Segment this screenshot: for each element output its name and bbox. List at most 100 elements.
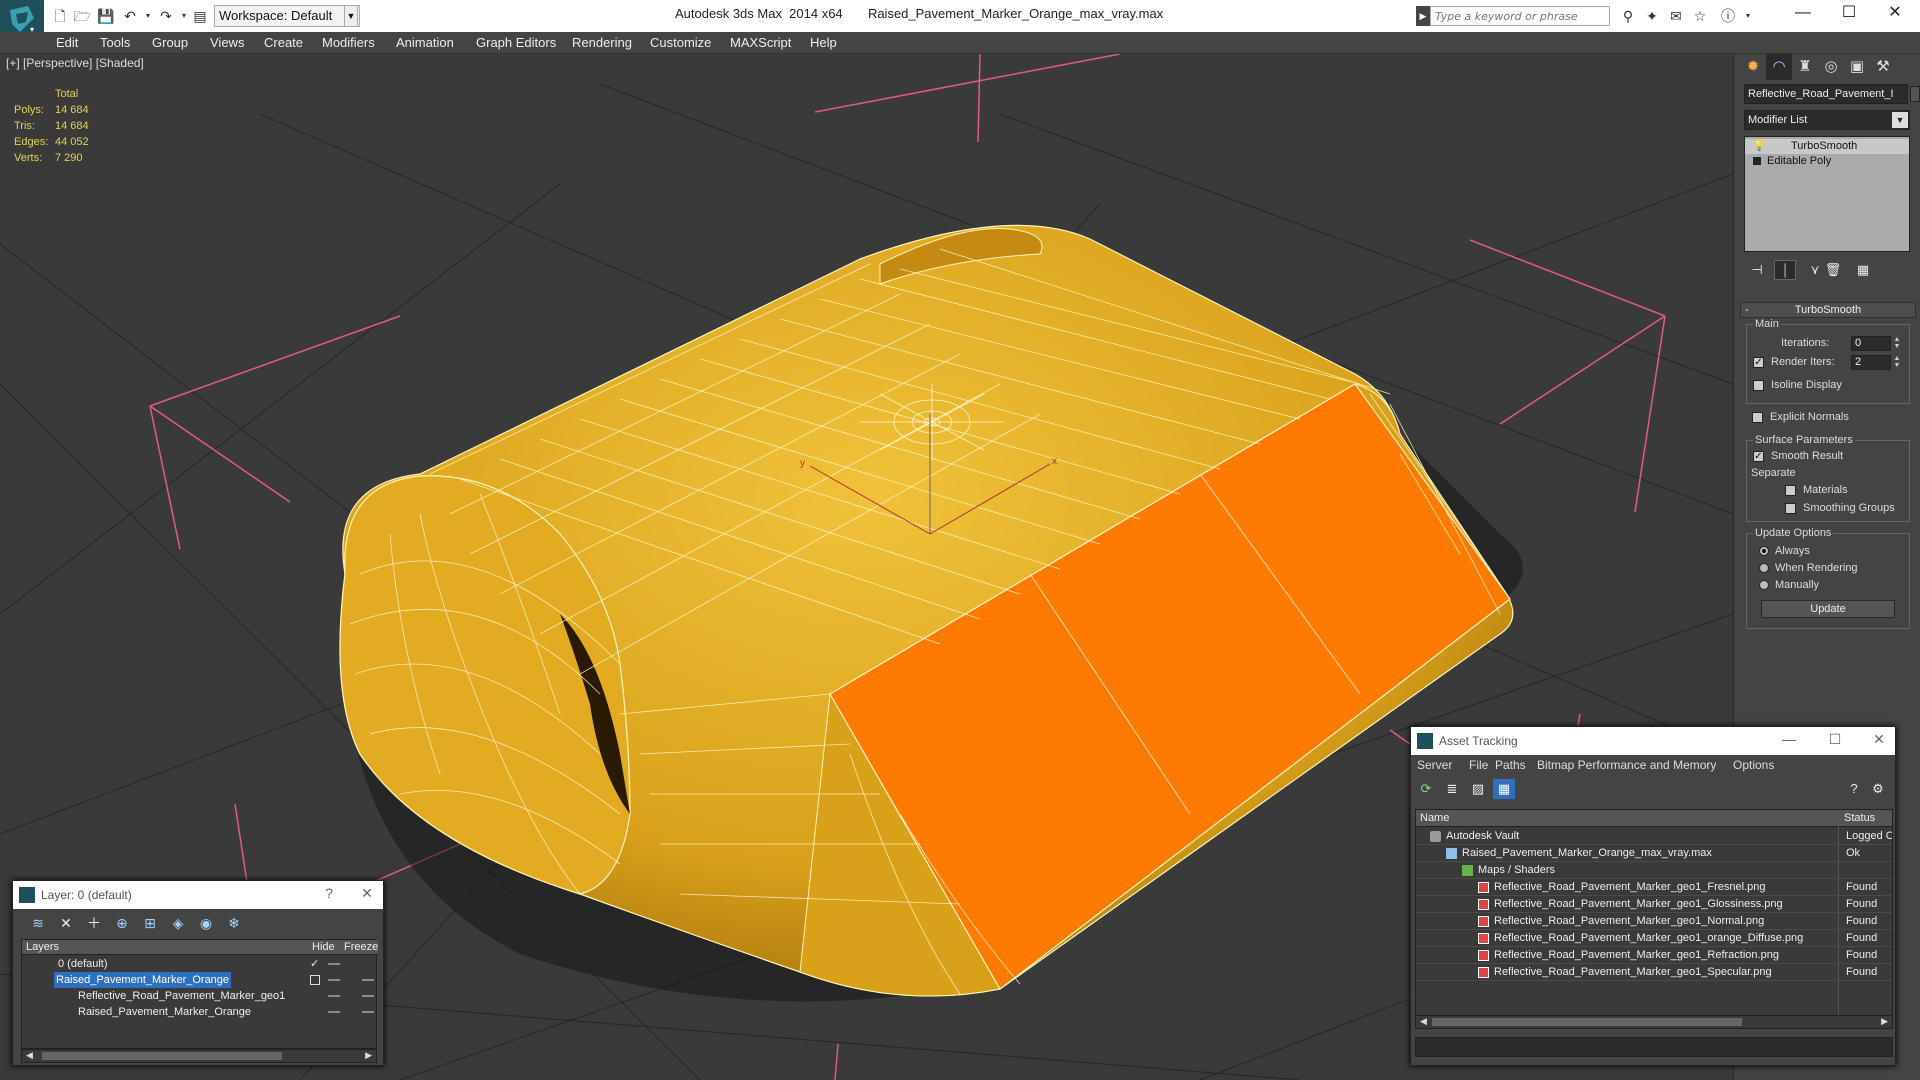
freeze-toggle[interactable] [362,979,374,981]
add-to-layer-icon[interactable]: ⊕ [111,913,133,933]
open-file-icon[interactable]: 🗁 [72,6,92,26]
asset-row[interactable]: Reflective_Road_Pavement_Marker_geo1_Glo… [1416,896,1892,913]
iterations-spinner[interactable]: 0 [1851,336,1891,351]
thumbnail-view-icon[interactable]: ▨ [1467,779,1489,799]
menu-server[interactable]: Server [1417,758,1452,772]
horizontal-scrollbar[interactable]: ◀ ▶ [21,1049,377,1063]
asset-row[interactable]: Reflective_Road_Pavement_Marker_geo1_ora… [1416,930,1892,947]
col-layers[interactable]: Layers [26,941,59,953]
menu-graph-editors[interactable]: Graph Editors [476,35,556,50]
layer-row-default[interactable]: 0 (default) ✓ [22,956,378,972]
hide-toggle[interactable] [328,995,340,997]
dialog-title-bar[interactable]: Asset Tracking — ☐ ✕ [1411,727,1895,755]
menu-bitmap-performance[interactable]: Bitmap Performance and Memory [1537,758,1716,772]
search-expand-icon[interactable]: ▶ [1416,6,1430,26]
freeze-all-icon[interactable]: ❄ [223,913,245,933]
update-button[interactable]: Update [1761,600,1895,618]
help-dropdown-icon[interactable]: ▾ [1738,6,1758,26]
col-hide[interactable]: Hide [312,941,335,953]
smoothing-groups-checkbox[interactable] [1785,503,1796,514]
menu-modifiers[interactable]: Modifiers [322,35,375,50]
menu-maxscript[interactable]: MAXScript [730,35,791,50]
menu-group[interactable]: Group [152,35,188,50]
configure-modifier-sets-icon[interactable]: ▦ [1852,260,1874,280]
asset-row[interactable]: Reflective_Road_Pavement_Marker_geo1_Spe… [1416,964,1892,981]
active-layer-check-icon[interactable]: ✓ [310,956,319,972]
save-file-icon[interactable]: 💾 [96,6,116,26]
menu-views[interactable]: Views [210,35,244,50]
help-icon[interactable]: ? [1843,779,1865,799]
layer-row-object[interactable]: Reflective_Road_Pavement_Marker_geo1 [22,988,378,1004]
object-name-field[interactable]: Reflective_Road_Pavement_I [1744,84,1908,104]
project-folder-icon[interactable]: ▤ [190,6,210,26]
stack-item-turbosmooth[interactable]: 💡 TurboSmooth [1745,139,1909,154]
scroll-right-icon[interactable]: ▶ [365,1050,372,1061]
layers-icon[interactable]: ≋ [27,913,49,933]
new-file-icon[interactable]: 🗋 [50,6,70,26]
set-current-layer-box[interactable] [310,975,320,985]
when-rendering-radio[interactable] [1759,563,1769,573]
col-status[interactable]: Status [1844,812,1875,824]
select-objects-icon[interactable]: ⊞ [139,913,161,933]
subscription-icon[interactable]: ✦ [1642,6,1662,26]
menu-help[interactable]: Help [810,35,837,50]
workspace-dropdown-arrow[interactable]: ▼ [344,5,358,27]
communication-center-icon[interactable]: ✉ [1666,6,1686,26]
create-tab-icon[interactable]: ✹ [1740,54,1766,80]
freeze-toggle[interactable] [362,995,374,997]
close-button[interactable]: ✕ [1869,731,1889,748]
hide-toggle[interactable] [328,979,340,981]
manually-radio[interactable] [1759,580,1769,590]
menu-tools[interactable]: Tools [100,35,130,50]
delete-layer-icon[interactable]: ✕ [55,913,77,933]
spinner-arrows-icon[interactable]: ▲ ▼ [1893,336,1901,351]
lightbulb-icon[interactable]: 💡 [1753,139,1765,152]
hierarchy-tab-icon[interactable]: ♜ [1792,54,1818,80]
materials-checkbox[interactable] [1785,485,1796,496]
utilities-tab-icon[interactable]: ⚒ [1870,54,1896,80]
spinner-arrows-icon[interactable]: ▲ ▼ [1893,355,1901,370]
expand-toggle-icon[interactable] [1753,157,1761,165]
scroll-left-icon[interactable]: ◀ [1420,1016,1427,1027]
menu-customize[interactable]: Customize [650,35,711,50]
hide-toggle[interactable] [328,1011,340,1013]
horizontal-scrollbar[interactable]: ◀ ▶ [1415,1015,1893,1029]
help-button[interactable]: ? [319,885,339,901]
menu-options[interactable]: Options [1733,758,1774,772]
maximize-button[interactable]: ☐ [1826,0,1872,28]
explicit-normals-checkbox[interactable] [1752,412,1763,423]
remove-modifier-icon[interactable]: 🗑 [1822,260,1844,280]
menu-file[interactable]: File [1469,758,1488,772]
object-color-swatch[interactable] [1910,86,1920,102]
favorites-star-icon[interactable]: ☆ [1690,6,1710,26]
menu-rendering[interactable]: Rendering [572,35,632,50]
table-view-icon[interactable]: ▦ [1493,779,1515,799]
menu-animation[interactable]: Animation [396,35,454,50]
smooth-result-checkbox[interactable]: ✓ [1753,451,1764,462]
workspace-dropdown[interactable]: Workspace: Default [214,5,360,27]
asset-row[interactable]: Maps / Shaders [1416,862,1892,879]
hide-all-icon[interactable]: ◉ [195,913,217,933]
turbosmooth-rollout-header[interactable]: - TurboSmooth [1740,302,1916,318]
highlight-layer-icon[interactable]: ◈ [167,913,189,933]
asset-row[interactable]: Reflective_Road_Pavement_Marker_geo1_Ref… [1416,947,1892,964]
close-button[interactable]: ✕ [357,885,377,902]
search-input[interactable] [1430,6,1610,26]
asset-path-field[interactable] [1415,1037,1893,1057]
minimize-button[interactable]: — [1779,731,1799,747]
scroll-thumb[interactable] [42,1052,282,1060]
stack-item-editable-poly[interactable]: Editable Poly [1745,154,1909,169]
minimize-button[interactable]: — [1780,0,1826,28]
isoline-display-checkbox[interactable] [1753,380,1764,391]
binoculars-icon[interactable]: ⚲ [1618,6,1638,26]
list-view-icon[interactable]: ≣ [1441,779,1463,799]
maximize-button[interactable]: ☐ [1825,731,1845,748]
modifier-list-dropdown[interactable]: Modifier List ▼ [1744,110,1910,130]
asset-row[interactable]: Raised_Pavement_Marker_Orange_max_vray.m… [1416,845,1892,862]
asset-row[interactable]: Reflective_Road_Pavement_Marker_geo1_Nor… [1416,913,1892,930]
menu-create[interactable]: Create [264,35,303,50]
render-iters-spinner[interactable]: 2 [1851,355,1891,370]
always-radio[interactable] [1759,546,1769,556]
col-freeze[interactable]: Freeze [344,941,378,953]
viewport-label[interactable]: [+] [Perspective] [Shaded] [6,56,144,70]
